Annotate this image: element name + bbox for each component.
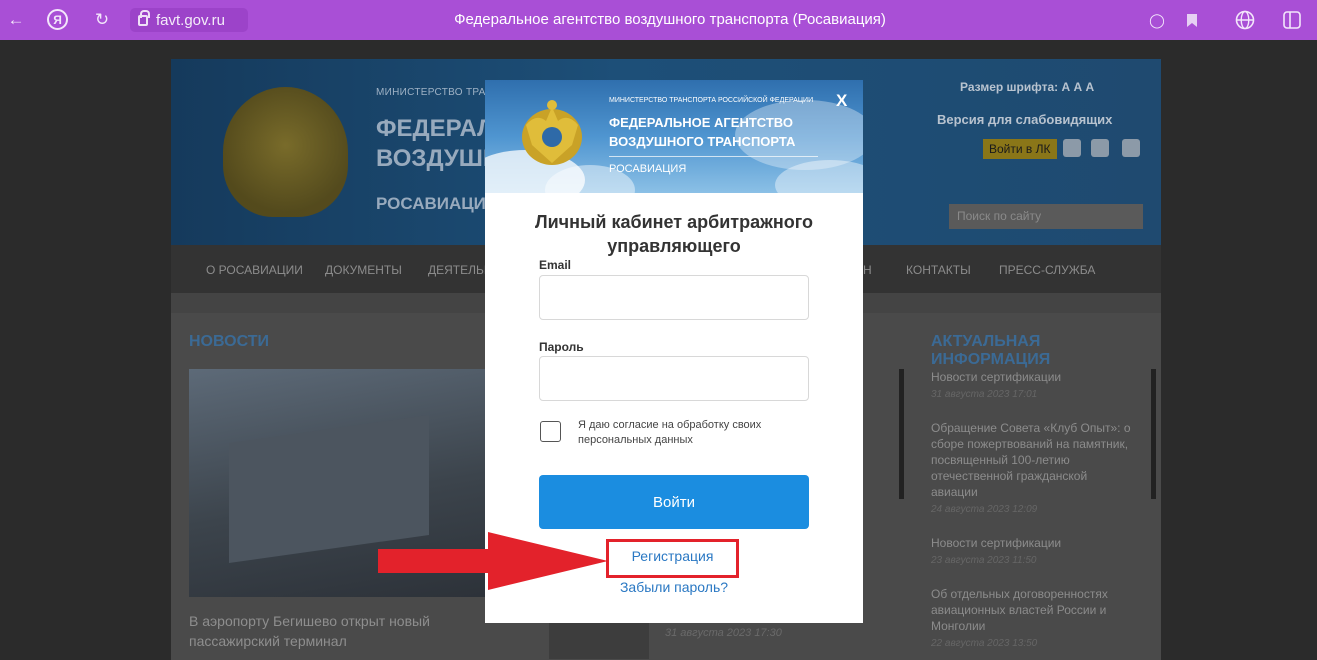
news-scrollbar[interactable]: [899, 369, 904, 499]
modal-agency-line-1: ФЕДЕРАЛЬНОЕ АГЕНТСТВО: [609, 115, 793, 130]
url-text: favt.gov.ru: [156, 11, 225, 29]
emblem-eagle-icon: [223, 87, 348, 217]
lock-icon: [138, 9, 150, 26]
modal-agency-name: ФЕДЕРАЛЬНОЕ АГЕНТСТВО ВОЗДУШНОГО ТРАНСПО…: [609, 113, 795, 151]
list-item[interactable]: Обращение Совета «Клуб Опыт»: о сборе по…: [931, 420, 1131, 515]
vk-icon[interactable]: [1122, 139, 1140, 157]
email-field[interactable]: [539, 275, 809, 320]
red-arrow-annotation-icon: [378, 532, 608, 590]
telegram-icon[interactable]: [1091, 139, 1109, 157]
list-item-title[interactable]: Обращение Совета «Клуб Опыт»: о сборе по…: [931, 420, 1131, 500]
modal-header: МИНИСТЕРСТВО ТРАНСПОРТА РОССИЙСКОЙ ФЕДЕР…: [485, 80, 863, 193]
list-item-title[interactable]: Об отдельных договоренностях авиационных…: [931, 586, 1131, 634]
site-rosaviatsiya: РОСАВИАЦИЯ: [376, 194, 499, 213]
back-arrow-icon[interactable]: ←: [4, 8, 28, 32]
nav-item-contacts[interactable]: КОНТАКТЫ: [906, 263, 971, 277]
actual-scrollbar[interactable]: [1151, 369, 1156, 499]
page-title: Федеральное агентство воздушного транспо…: [454, 11, 886, 28]
list-item-date: 23 августа 2023 11:50: [931, 555, 1037, 566]
list-item-date: 22 августа 2023 13:50: [931, 638, 1038, 649]
registration-link[interactable]: Регистрация: [606, 548, 739, 564]
password-label: Пароль: [539, 340, 584, 354]
chat-icon[interactable]: ◯: [1145, 8, 1169, 32]
email-label: Email: [539, 258, 572, 272]
nav-item-documents[interactable]: ДОКУМЕНТЫ: [325, 263, 402, 277]
font-size-control[interactable]: Размер шрифта: А А А: [960, 80, 1094, 94]
yandex-icon[interactable]: Я: [47, 9, 68, 30]
modal-rosaviatsiya: РОСАВИАЦИЯ: [609, 163, 687, 175]
site-search-input[interactable]: Поиск по сайту: [949, 204, 1143, 229]
nav-item-partial[interactable]: Н: [863, 263, 872, 277]
login-button[interactable]: Войти: [539, 475, 809, 529]
list-item-date: 31 августа 2023 17:01: [931, 389, 1038, 400]
bookmark-icon[interactable]: [1180, 8, 1204, 32]
consent-checkbox[interactable]: [540, 421, 561, 442]
browser-toolbar: ← Я ↻ favt.gov.ru Федеральное агентство …: [0, 0, 1317, 40]
list-item[interactable]: Новости сертификации 31 августа 2023 17:0…: [931, 369, 1131, 400]
low-vision-link[interactable]: Версия для слабовидящих: [937, 112, 1112, 127]
modal-divider: [609, 156, 818, 157]
actual-info-heading: АКТУАЛЬНАЯ ИНФОРМАЦИЯ: [931, 333, 1051, 368]
close-icon[interactable]: X: [836, 91, 847, 111]
modal-agency-line-2: ВОЗДУШНОГО ТРАНСПОРТА: [609, 134, 796, 149]
globe-icon[interactable]: [1233, 8, 1257, 32]
list-item-title[interactable]: Новости сертификации: [931, 535, 1131, 551]
odnoklassniki-icon[interactable]: [1063, 139, 1081, 157]
nav-item-press[interactable]: ПРЕСС-СЛУЖБА: [999, 263, 1095, 277]
nav-item-about[interactable]: О РОСАВИАЦИИ: [206, 263, 303, 277]
list-item-date: 24 августа 2023 12:09: [931, 504, 1038, 515]
list-item[interactable]: Об отдельных договоренностях авиационных…: [931, 586, 1131, 649]
cabinet-login-button[interactable]: Войти в ЛК: [983, 139, 1057, 159]
emblem-eagle-icon: [522, 100, 582, 165]
reload-icon[interactable]: ↻: [90, 8, 114, 32]
address-bar[interactable]: favt.gov.ru: [130, 8, 248, 32]
password-field[interactable]: [539, 356, 809, 401]
modal-title: Личный кабинет арбитражного управляющего: [534, 212, 813, 256]
actual-info-list: Новости сертификации 31 августа 2023 17:0…: [931, 369, 1131, 660]
nav-item-activity[interactable]: ДЕЯТЕЛЬН: [428, 263, 493, 277]
sidebar-panel-icon[interactable]: [1280, 8, 1304, 32]
news-headline[interactable]: В аэропорту Бегишево открыт новый пассаж…: [189, 611, 519, 651]
consent-text: Я даю согласие на обработку своих персон…: [578, 419, 762, 446]
list-item-title[interactable]: Новости сертификации: [931, 369, 1131, 385]
news-date: 31 августа 2023 17:30: [665, 627, 782, 639]
modal-ministry-text: МИНИСТЕРСТВО ТРАНСПОРТА РОССИЙСКОЙ ФЕДЕР…: [609, 97, 814, 104]
list-item[interactable]: Новости сертификации 23 августа 2023 11:5…: [931, 535, 1131, 566]
news-heading: НОВОСТИ: [189, 333, 270, 350]
